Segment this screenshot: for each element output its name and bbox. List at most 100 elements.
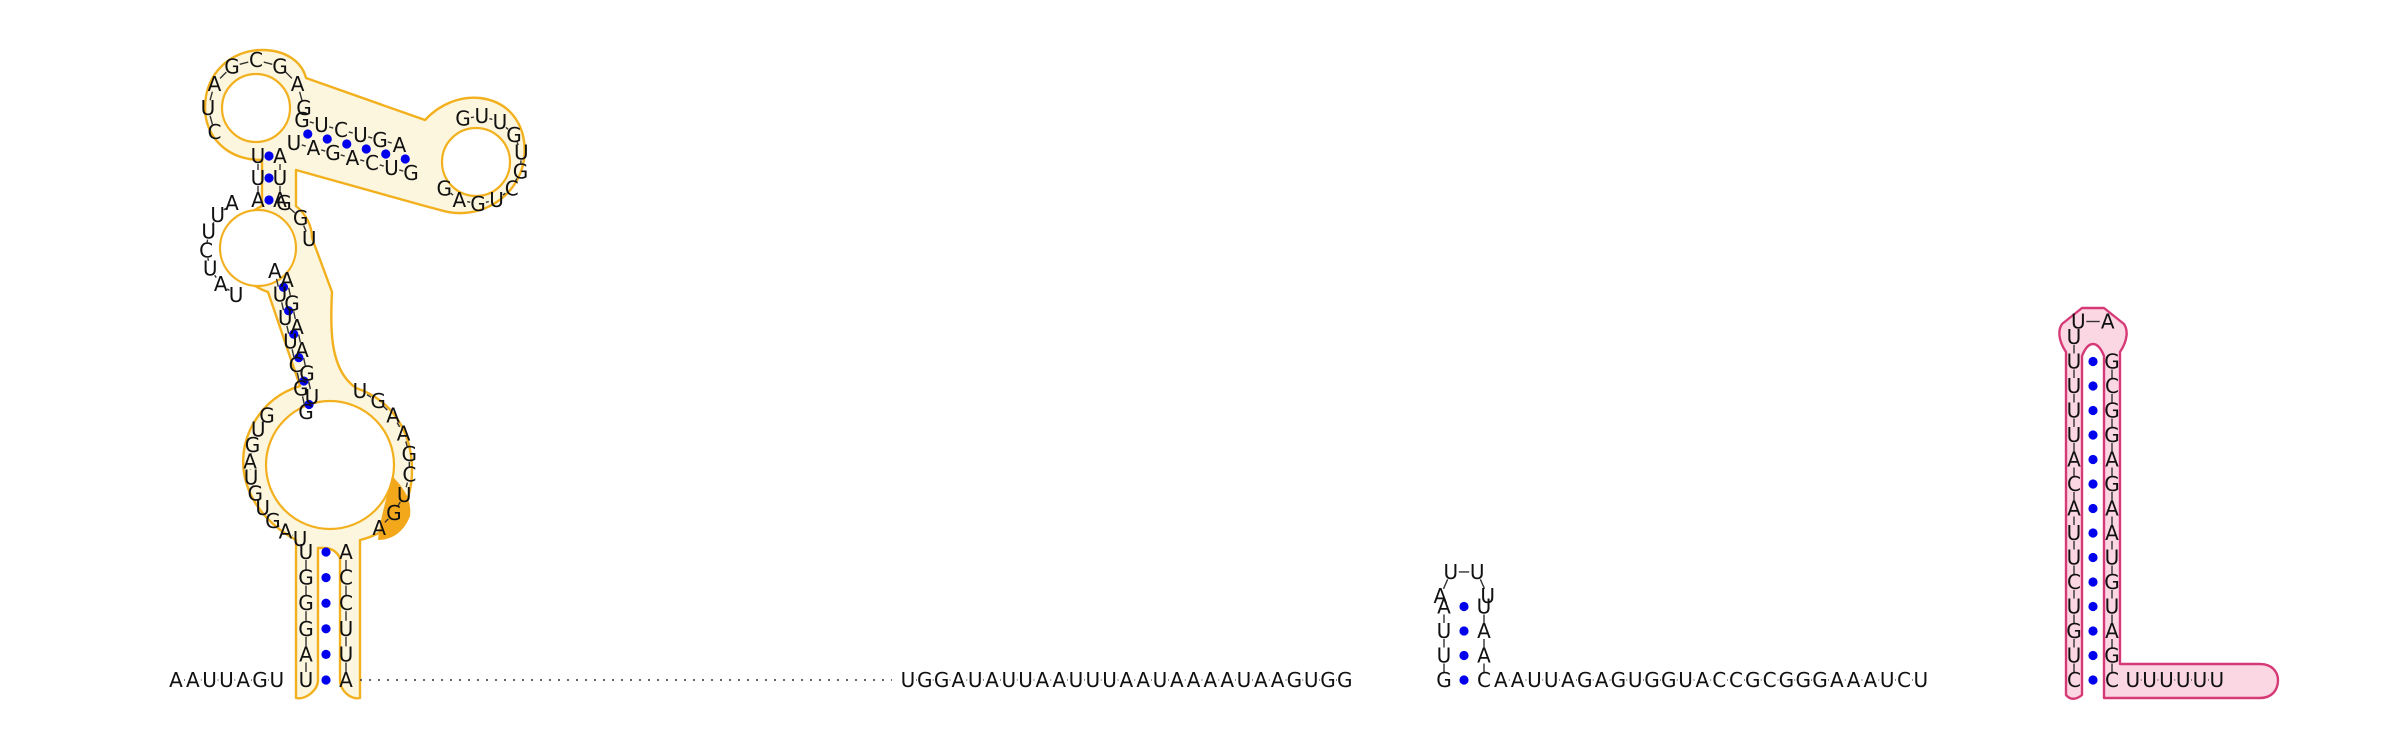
top-loop-nt: U (201, 96, 216, 120)
right-arm-nt: U (1069, 668, 1084, 692)
pink-terminator-fill (2058, 306, 2280, 700)
side-hairpin-loop-nt: G (437, 176, 453, 200)
base-pair-dot (1459, 601, 1469, 612)
terminator-stem-right-nt: U (2105, 546, 2120, 570)
terminator-stem-right-nt: A (2105, 497, 2119, 521)
upper-stem-left-nt: U (251, 144, 266, 168)
base-pair-dot (2088, 626, 2098, 636)
domain-stem-left-nt: U (299, 668, 314, 692)
side-hairpin-loop-nt: A (453, 188, 467, 212)
base-pair-dot (2088, 430, 2098, 440)
three-prime-tail-nt: U (1527, 668, 1542, 692)
base-pair-dot (2088, 552, 2098, 563)
terminator-stem-right-nt: G (2104, 423, 2120, 447)
base-pair-dot (321, 624, 331, 634)
base-pair-dot (2088, 381, 2098, 391)
small-hairpin-right-nt: A (1477, 644, 1491, 668)
hairpin-stem-bottom-link (360, 159, 365, 162)
internal-loop-left-nt: U (229, 283, 244, 307)
side-hairpin-loop-nt: U (489, 188, 504, 212)
base-pair-dot (1459, 650, 1469, 661)
mid-stem-right-nt: A (290, 315, 304, 339)
hairpin-stem-top-nt: U (353, 123, 368, 147)
mid-stem-right-nt: G (284, 291, 300, 315)
hairpin-stem-bottom-nt: A (307, 136, 321, 160)
poly-u-trailer-nt: U (2159, 668, 2174, 692)
small-hairpin-left-nt: U (1437, 619, 1452, 643)
hairpin-stem-top-nt: A (393, 133, 407, 157)
hairpin-stem-top-nt: C (334, 118, 348, 142)
terminator-stem-left-nt: U (2067, 644, 2082, 668)
hairpin-stem-bottom-nt: U (287, 131, 302, 155)
terminator-stem-right-nt: A (2105, 521, 2119, 545)
right-arm-nt: U (1304, 668, 1319, 692)
hairpin-stem-bottom-nt: C (365, 151, 379, 175)
three-prime-tail-nt: A (1847, 668, 1861, 692)
right-arm-nt: U (1018, 668, 1033, 692)
five-prime-leader-nt: U (219, 668, 234, 692)
multiloop-right-nt: G (370, 389, 386, 413)
five-prime-leader-nt: A (186, 668, 200, 692)
domain-stem-right-nt: C (339, 591, 353, 615)
terminator-loop-nt: A (2101, 310, 2115, 334)
three-prime-tail-nt: A (1494, 668, 1508, 692)
terminator-stem-left-nt: A (2067, 497, 2081, 521)
terminator-stem-left-nt: U (2067, 521, 2082, 545)
base-pair-dot (321, 573, 331, 583)
top-loop-nt: A (291, 72, 305, 96)
small-hairpin-loop-nt: A (1434, 584, 1448, 608)
five-prime-leader-nt: A (169, 668, 183, 692)
domain-stem-right-nt: A (339, 668, 353, 692)
terminator-stem-right-nt: G (2104, 399, 2120, 423)
terminator-stem-left-nt: U (2067, 350, 2082, 374)
upper-stem-left-nt: A (251, 188, 265, 212)
base-pair-dot (321, 649, 331, 660)
orange-hairpin-hole (440, 126, 512, 198)
right-arm-nt: U (968, 668, 983, 692)
three-prime-tail-nt: A (1561, 668, 1575, 692)
three-prime-tail-nt: G (1611, 668, 1627, 692)
base-pair-dot (1459, 626, 1469, 636)
hairpin-stem-bottom-link (379, 164, 384, 167)
right-arm-nt: A (1136, 668, 1150, 692)
right-arm-nt: U (1102, 668, 1117, 692)
terminator-stem-left-nt: U (2067, 423, 2082, 447)
terminator-stem-left-nt: U (2067, 374, 2082, 398)
domain-stem-right-nt: U (339, 617, 354, 641)
three-prime-tail-nt: G (1644, 668, 1660, 692)
multiloop-right-nt: U (353, 379, 368, 403)
multiloop-left-nt: A (279, 519, 293, 543)
three-prime-tail-nt: U (1628, 668, 1643, 692)
terminator-loop-nt: U (2071, 310, 2086, 334)
small-hairpin-loop-nt: U (1480, 584, 1495, 608)
three-prime-tail-nt: G (1577, 668, 1593, 692)
right-arm-nt: A (1052, 668, 1066, 692)
right-arm-nt: A (1271, 668, 1285, 692)
side-hairpin-loop-nt: G (455, 107, 471, 131)
right-arm-nt: U (1001, 668, 1016, 692)
base-pair-dot (2088, 454, 2098, 465)
five-prime-leader-nt: U (202, 668, 217, 692)
base-pair-dot (2088, 405, 2098, 416)
terminator-stem-right-nt: G (2104, 350, 2120, 374)
small-hairpin-loop-nt: U (1443, 560, 1458, 584)
domain-stem-right-nt: U (339, 642, 354, 666)
three-prime-tail-nt: U (1880, 668, 1895, 692)
domain-stem-right-nt: C (339, 566, 353, 590)
right-arm-nt: G (1337, 668, 1353, 692)
upper-stem-left-nt: U (251, 166, 266, 190)
poly-u-trailer-nt: U (2142, 668, 2157, 692)
right-arm-nt: A (1204, 668, 1218, 692)
three-prime-tail-nt: U (1913, 668, 1928, 692)
hairpin-stem-top-nt: G (372, 128, 388, 152)
mid-stem-right-nt: A (280, 268, 294, 292)
base-pair-dot (321, 547, 331, 557)
three-prime-tail-nt: C (1729, 668, 1743, 692)
hairpin-stem-bottom-link (340, 154, 345, 157)
mid-stem-right-nt: G (299, 362, 315, 386)
internal-loop-left-nt: A (225, 191, 239, 215)
base-pair-dot (2088, 503, 2098, 514)
small-hairpin-right-nt: A (1477, 619, 1491, 643)
base-pair-dot (2088, 528, 2098, 538)
terminator-stem-left-nt: U (2067, 546, 2082, 570)
